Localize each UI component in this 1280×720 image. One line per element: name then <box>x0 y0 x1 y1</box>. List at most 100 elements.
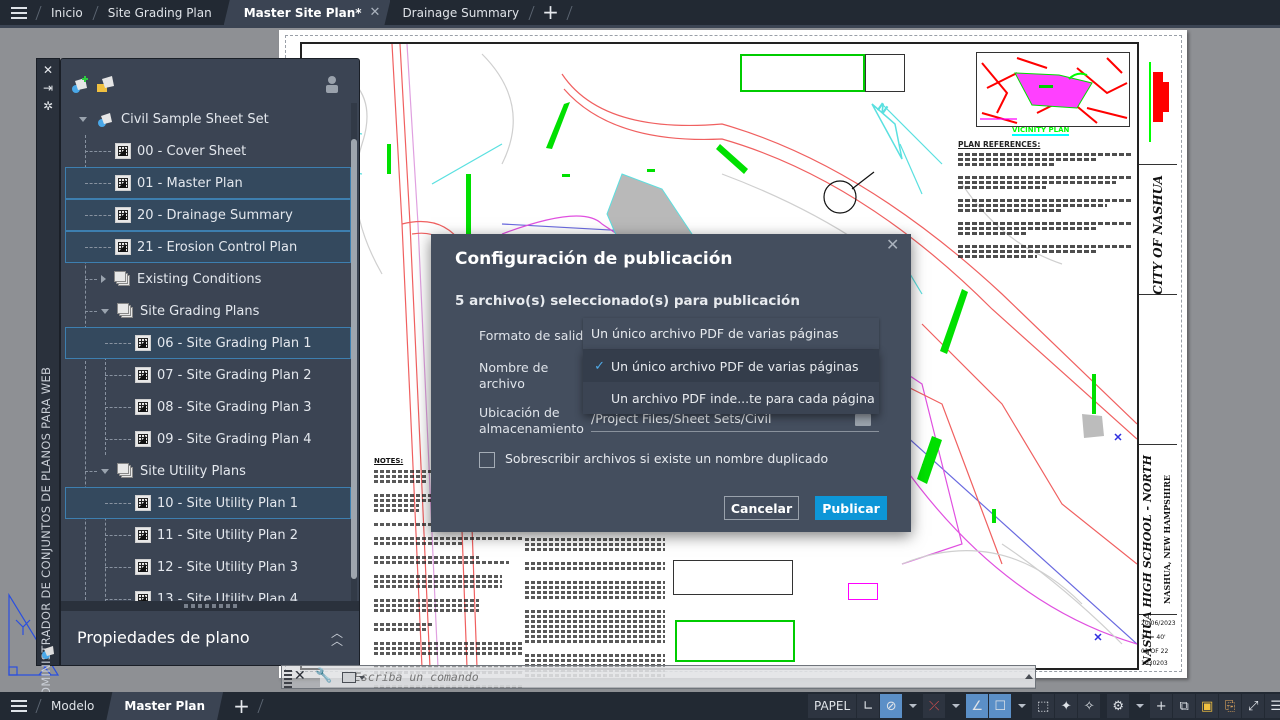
vicinity-plan-label: VICINITY PLAN <box>1012 126 1070 136</box>
option-separate-pdf-per-page[interactable]: Un archivo PDF inde...te para cada págin… <box>583 382 879 414</box>
chevron-down-icon[interactable] <box>359 676 365 680</box>
close-icon[interactable]: ✕ <box>294 668 306 684</box>
tree-item-06-site-grading-plan-1[interactable]: 06 - Site Grading Plan 1 <box>65 327 351 359</box>
sheet-icon <box>135 559 151 575</box>
command-history-up-icon[interactable] <box>1025 674 1033 679</box>
chevron-down-icon[interactable] <box>952 704 961 708</box>
annotation-visibility-icon[interactable]: ✦ <box>1055 694 1078 718</box>
vicinity-map <box>976 52 1130 127</box>
tab-inicio[interactable]: Inicio <box>39 0 95 25</box>
tab-site-grading-plan[interactable]: Site Grading Plan <box>96 0 224 25</box>
layout-tab-model[interactable]: Modelo <box>39 692 106 720</box>
expand-up-icon[interactable]: ︿ ︿ <box>331 627 343 647</box>
cancel-button[interactable]: Cancelar <box>724 496 799 520</box>
layout-menu-button[interactable] <box>0 700 38 712</box>
tree-group-site-utility-plans[interactable]: Site Utility Plans <box>65 455 351 487</box>
expand-icon[interactable] <box>101 275 106 283</box>
panel-toolbar <box>61 59 359 103</box>
auto-scale-icon[interactable]: ✧ <box>1078 694 1101 718</box>
tree-item-20-drainage-summary[interactable]: 20 - Drainage Summary <box>65 199 351 231</box>
tree-item-label: 11 - Site Utility Plan 2 <box>157 527 299 543</box>
isometric-icon[interactable]: ∠ <box>966 694 989 718</box>
tree-item-11-site-utility-plan-2[interactable]: 11 - Site Utility Plan 2 <box>65 519 351 551</box>
tree-group-site-grading-plans[interactable]: Site Grading Plans <box>65 295 351 327</box>
sheet-icon <box>135 367 151 383</box>
title-block-owner-cell: CITY OF NASHUA <box>1139 165 1177 295</box>
chevron-down-icon[interactable] <box>1018 704 1027 708</box>
tree-item-label: Site Utility Plans <box>140 463 246 479</box>
sheet-properties-section[interactable]: Propiedades de plano ︿ ︿ <box>61 611 359 665</box>
ortho-icon[interactable]: ⤫ <box>923 694 946 718</box>
close-dialog-icon[interactable]: ✕ <box>886 235 899 254</box>
tree-item-13-site-utility-plan-4[interactable]: 13 - Site Utility Plan 4 <box>65 583 351 601</box>
location-label-line2: almacenamiento <box>479 421 584 436</box>
wrench-icon[interactable]: 🔧 <box>315 668 332 684</box>
tree-item-07-site-grading-plan-2[interactable]: 07 - Site Grading Plan 2 <box>65 359 351 391</box>
sheet-tree: Civil Sample Sheet Set 00 - Cover Sheet … <box>61 103 351 601</box>
publish-button[interactable]: Publicar <box>815 496 887 520</box>
customize-icon[interactable]: ☰ <box>1265 694 1280 718</box>
collapse-icon[interactable] <box>101 468 109 474</box>
tree-item-21-erosion-control-plan[interactable]: 21 - Erosion Control Plan <box>65 231 351 263</box>
chevron-down-icon[interactable] <box>909 704 918 708</box>
object-snap-icon[interactable]: ☐ <box>989 694 1012 718</box>
tab-master-site-plan[interactable]: Master Site Plan* ✕ <box>224 0 391 25</box>
sheet-icon <box>135 527 151 543</box>
new-layout-button[interactable]: + <box>223 694 260 719</box>
panel-splitter-handle[interactable] <box>61 601 359 611</box>
callout-box <box>848 583 878 600</box>
tree-root-sheet-set[interactable]: Civil Sample Sheet Set <box>65 103 351 135</box>
tree-scrollbar[interactable] <box>351 103 357 601</box>
command-line-grip[interactable] <box>284 668 292 688</box>
grid-snap-icon[interactable]: ∟ <box>857 694 880 718</box>
output-format-options: ✓ Un único archivo PDF de varias páginas… <box>583 350 879 414</box>
collapse-icon[interactable] <box>101 308 109 314</box>
overwrite-label[interactable]: Sobrescribir archivos si existe un nombr… <box>505 451 828 466</box>
fullscreen-icon[interactable]: ⤢ <box>1242 694 1265 718</box>
sheet-icon <box>115 175 131 191</box>
tree-item-08-site-grading-plan-3[interactable]: 08 - Site Grading Plan 3 <box>65 391 351 423</box>
new-sheet-set-icon[interactable] <box>71 75 91 93</box>
selection-cycling-icon[interactable]: ⬚ <box>1032 694 1055 718</box>
close-icon[interactable]: ✕ <box>41 63 55 77</box>
tree-item-01-master-plan[interactable]: 01 - Master Plan <box>65 167 351 199</box>
output-format-dropdown[interactable]: Un único archivo PDF de varias páginas <box>583 318 879 350</box>
scrollbar-thumb[interactable] <box>351 139 357 579</box>
tree-item-00-cover-sheet[interactable]: 00 - Cover Sheet <box>65 135 351 167</box>
layout-tab-master-plan[interactable]: Master Plan <box>106 692 223 720</box>
user-icon[interactable] <box>325 75 345 93</box>
option-single-multipage-pdf[interactable]: ✓ Un único archivo PDF de varias páginas <box>583 350 879 382</box>
folder-icon[interactable] <box>855 414 871 426</box>
title-block-project-cell: NASHUA HIGH SCHOOL - NORTH NASHUA, NEW H… <box>1139 445 1177 666</box>
chevron-down-icon[interactable] <box>1136 704 1145 708</box>
overwrite-checkbox[interactable] <box>479 452 495 468</box>
tree-item-09-site-grading-plan-4[interactable]: 09 - Site Grading Plan 4 <box>65 423 351 455</box>
close-tab-icon[interactable]: ✕ <box>370 5 381 20</box>
auto-hide-icon[interactable]: ⇥ <box>41 81 55 95</box>
polar-tracking-icon[interactable]: ⊘ <box>880 694 903 718</box>
open-sheet-set-icon[interactable] <box>96 75 116 93</box>
output-format-label: Formato de salida <box>479 328 591 343</box>
tab-drainage-summary[interactable]: Drainage Summary <box>390 0 531 25</box>
lock-ui-icon[interactable]: ⎘ <box>1219 694 1242 718</box>
command-input[interactable] <box>320 667 1035 687</box>
job-number-value: 1030203 <box>1141 660 1168 667</box>
owner-name: CITY OF NASHUA <box>1151 175 1165 295</box>
tree-item-12-site-utility-plan-3[interactable]: 12 - Site Utility Plan 3 <box>65 551 351 583</box>
tab-label: Site Grading Plan <box>107 5 212 20</box>
quick-properties-icon[interactable]: ▣ <box>1196 694 1219 718</box>
crosshair-icon[interactable]: + <box>1150 694 1173 718</box>
new-tab-button[interactable]: + <box>532 0 569 25</box>
location-label-line1: Ubicación de <box>479 405 560 420</box>
tree-item-10-site-utility-plan-1[interactable]: 10 - Site Utility Plan 1 <box>65 487 351 519</box>
workspace-gear-icon[interactable]: ⚙ <box>1107 694 1130 718</box>
isolate-objects-icon[interactable]: ⧉ <box>1173 694 1196 718</box>
sheet-icon <box>115 207 131 223</box>
tree-group-existing-conditions[interactable]: Existing Conditions <box>65 263 351 295</box>
hamburger-menu-button[interactable] <box>0 0 38 25</box>
settings-icon[interactable]: ✲ <box>41 99 55 113</box>
paper-space-toggle[interactable]: PAPEL <box>808 694 857 718</box>
palette-title-strip[interactable]: ✕ ⇥ ✲ ADMINISTRADOR DE CONJUNTOS DE PLAN… <box>36 58 60 704</box>
collapse-icon[interactable] <box>79 116 87 122</box>
command-prompt-icon[interactable] <box>342 672 356 683</box>
